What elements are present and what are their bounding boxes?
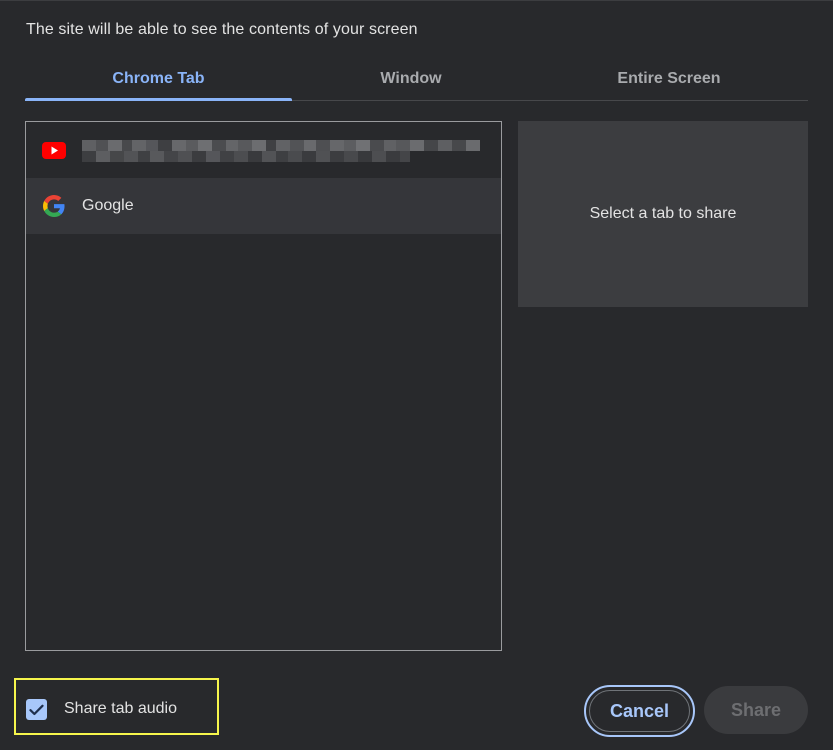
cancel-button[interactable]: Cancel (584, 685, 695, 737)
share-audio-checkbox[interactable] (26, 699, 47, 720)
tab-window[interactable]: Window (292, 59, 530, 99)
list-item-youtube[interactable] (26, 122, 501, 178)
focus-ring (589, 690, 690, 732)
tab-chrome-tab[interactable]: Chrome Tab (25, 59, 292, 101)
source-tabs: Chrome Tab Window Entire Screen (25, 59, 808, 101)
list-item-google[interactable]: Google (26, 178, 501, 234)
share-screen-dialog: The site will be able to see the content… (0, 0, 833, 750)
tab-title-google: Google (82, 197, 134, 214)
obscured-tab-title (82, 140, 484, 162)
tab-preview: Select a tab to share (518, 121, 808, 307)
tab-entire-screen[interactable]: Entire Screen (530, 59, 808, 99)
preview-placeholder-text: Select a tab to share (589, 205, 737, 222)
dialog-header: The site will be able to see the content… (26, 21, 418, 38)
google-icon (42, 195, 66, 217)
share-audio-label[interactable]: Share tab audio (64, 700, 177, 718)
share-button[interactable]: Share (704, 686, 808, 734)
share-button-label: Share (730, 699, 782, 720)
checkmark-icon (29, 704, 44, 715)
tab-list: Google (25, 121, 502, 651)
youtube-icon (42, 139, 66, 161)
